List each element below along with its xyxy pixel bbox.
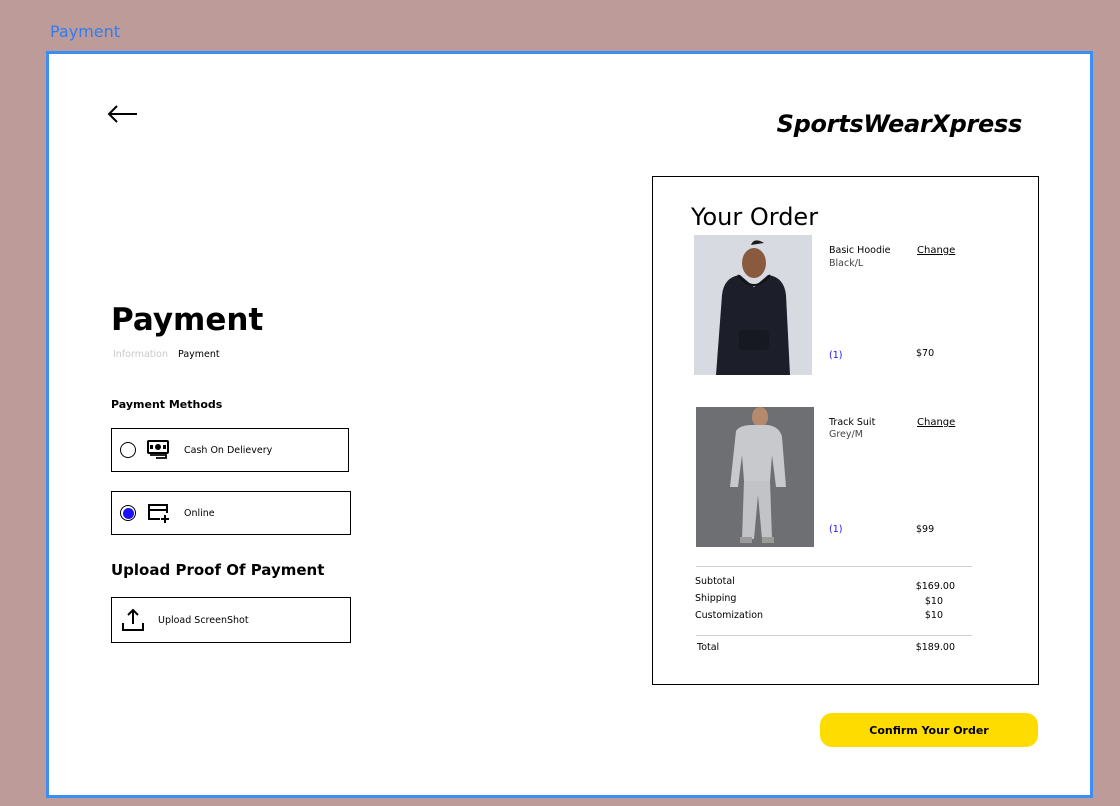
frame-label: Payment bbox=[50, 22, 121, 41]
card-add-icon bbox=[148, 504, 169, 523]
upload-proof-title: Upload Proof Of Payment bbox=[111, 561, 325, 579]
product-image-hoodie bbox=[694, 235, 812, 375]
confirm-order-button[interactable]: Confirm Your Order bbox=[820, 713, 1038, 747]
shipping-value: $10 bbox=[924, 596, 943, 607]
payment-option-cash[interactable]: Cash On Delievery bbox=[111, 428, 349, 472]
upload-screenshot-button[interactable]: Upload ScreenShot bbox=[111, 597, 351, 643]
subtotal-value: $169.00 bbox=[915, 581, 955, 592]
item-2-variant: Grey/M bbox=[829, 429, 863, 440]
payment-methods-label: Payment Methods bbox=[111, 398, 223, 411]
item-2-change-link[interactable]: Change bbox=[917, 417, 955, 428]
payment-option-online[interactable]: Online bbox=[111, 491, 351, 535]
payment-option-online-label: Online bbox=[184, 507, 215, 519]
upload-screenshot-label: Upload ScreenShot bbox=[158, 614, 249, 626]
item-1-name: Basic Hoodie bbox=[829, 245, 891, 256]
item-1-variant: Black/L bbox=[829, 258, 864, 269]
total-label: Total bbox=[697, 642, 720, 653]
cash-icon bbox=[147, 440, 169, 459]
item-2-name: Track Suit bbox=[829, 417, 876, 428]
item-1-price: $70 bbox=[916, 348, 935, 359]
payment-screen: SportsWearXpress Payment Information Pay… bbox=[46, 51, 1093, 798]
arrow-left-icon[interactable] bbox=[107, 104, 139, 124]
item-2-price: $99 bbox=[916, 524, 935, 535]
item-2-quantity[interactable]: (1) bbox=[829, 524, 842, 535]
breadcrumb-payment: Payment bbox=[178, 349, 220, 360]
order-summary-card: Your Order Basic Hoodie Black/L Change (… bbox=[652, 176, 1039, 685]
customization-label: Customization bbox=[695, 610, 764, 621]
brand-logo: SportsWearXpress bbox=[776, 110, 1023, 138]
item-1-change-link[interactable]: Change bbox=[917, 245, 955, 256]
upload-icon bbox=[122, 608, 144, 631]
shipping-label: Shipping bbox=[695, 593, 737, 604]
payment-option-cash-label: Cash On Delievery bbox=[184, 444, 273, 456]
product-image-tracksuit bbox=[696, 407, 814, 547]
summary-divider-bottom bbox=[696, 635, 972, 636]
total-value: $189.00 bbox=[915, 642, 955, 653]
item-1-quantity[interactable]: (1) bbox=[829, 350, 842, 361]
breadcrumb-information[interactable]: Information bbox=[113, 349, 168, 360]
summary-divider-top bbox=[696, 566, 972, 567]
radio-checked[interactable] bbox=[120, 505, 136, 521]
subtotal-label: Subtotal bbox=[695, 576, 735, 587]
order-title: Your Order bbox=[691, 203, 819, 231]
breadcrumb: Information Payment bbox=[113, 349, 220, 360]
page-title: Payment bbox=[111, 302, 264, 338]
radio-unchecked[interactable] bbox=[120, 442, 136, 458]
customization-value: $10 bbox=[924, 610, 943, 621]
